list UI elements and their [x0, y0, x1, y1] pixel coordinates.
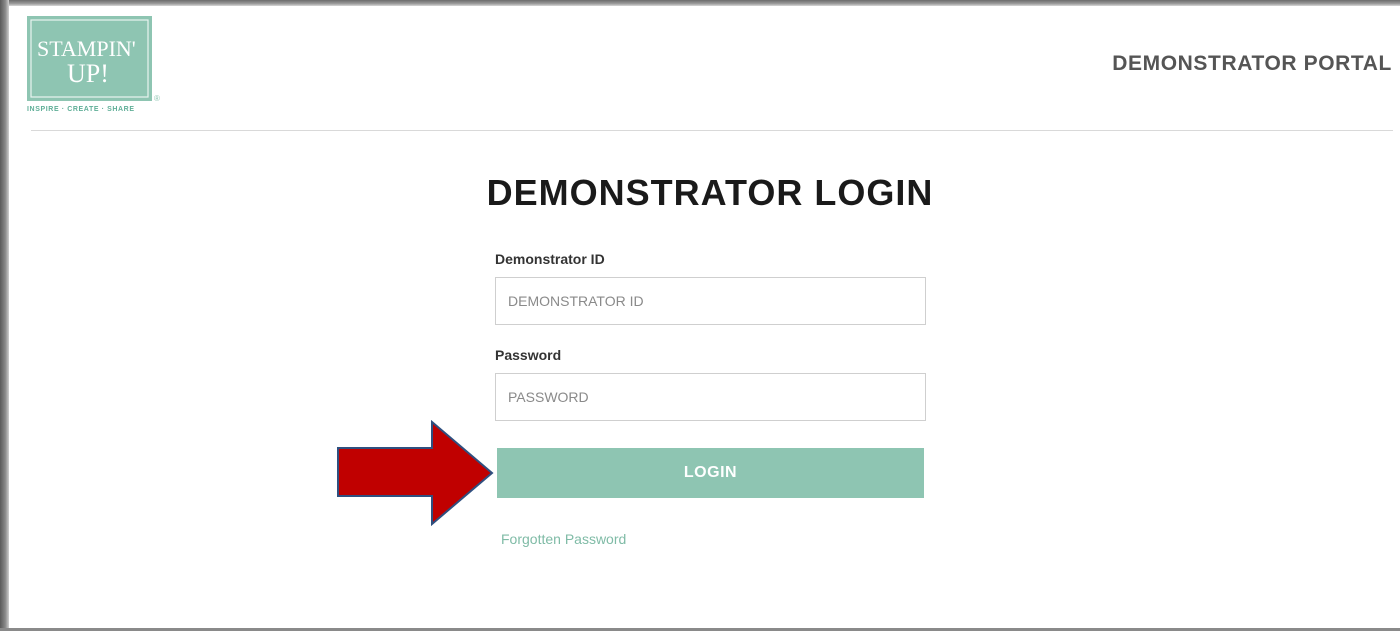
login-button[interactable]: LOGIN	[497, 448, 924, 498]
screenshot-left-edge	[0, 0, 9, 631]
password-label: Password	[495, 347, 562, 363]
right-arrow-icon	[337, 420, 494, 526]
page-title: DEMONSTRATOR LOGIN	[486, 172, 934, 213]
logo-line1: STAMPIN'	[37, 36, 136, 61]
logo-line2: UP!	[67, 59, 109, 88]
logo-artwork: STAMPIN' UP!	[30, 19, 149, 98]
header-divider	[31, 130, 1393, 131]
screenshot-top-edge	[0, 0, 1400, 6]
demonstrator-id-label: Demonstrator ID	[495, 251, 605, 267]
demonstrator-id-input[interactable]	[495, 277, 926, 325]
logo-tagline: INSPIRE · CREATE · SHARE	[27, 106, 135, 113]
password-input[interactable]	[495, 373, 926, 421]
stampin-up-logo[interactable]: STAMPIN' UP!	[27, 16, 152, 101]
page: STAMPIN' UP! ® INSPIRE · CREATE · SHARE …	[0, 0, 1400, 631]
forgotten-password-link[interactable]: Forgotten Password	[501, 531, 626, 547]
portal-title: DEMONSTRATOR PORTAL	[1112, 52, 1392, 75]
logo-registered-mark: ®	[154, 94, 160, 103]
